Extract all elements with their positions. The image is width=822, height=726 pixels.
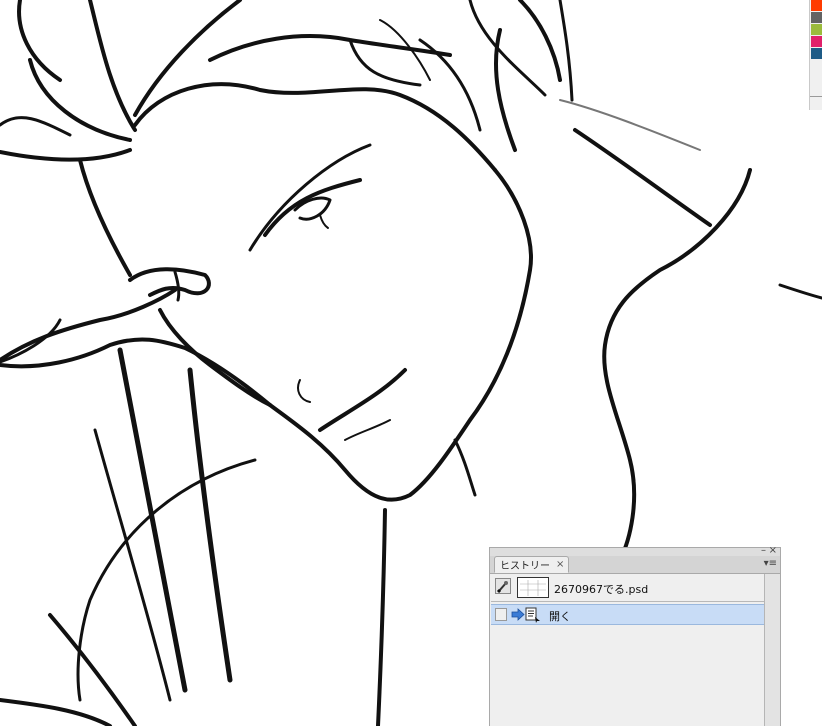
history-brush-source-box[interactable]: [495, 608, 507, 621]
swatch-pink[interactable]: [811, 36, 822, 47]
tab-close-icon[interactable]: ×: [556, 559, 564, 570]
history-state-label: 開く: [549, 610, 571, 623]
color-swatches-panel: [809, 0, 822, 110]
history-state-pointer-icon: [511, 608, 525, 621]
swatch-orange[interactable]: [811, 0, 822, 11]
vertical-scrollbar[interactable]: [764, 574, 780, 726]
snapshot-thumbnail: [517, 577, 549, 598]
tab-label: ヒストリー: [500, 561, 550, 572]
open-document-icon: [525, 607, 540, 623]
tab-strip: ヒストリー × ▾≡: [490, 556, 780, 574]
history-state-row[interactable]: 開く: [491, 604, 764, 625]
snapshot-label: 2670967でる.psd: [554, 583, 649, 596]
close-button[interactable]: ×: [769, 546, 777, 556]
history-brush-source-icon[interactable]: [495, 578, 511, 594]
swatch-green[interactable]: [811, 24, 822, 35]
swatch-blue[interactable]: [811, 48, 822, 59]
swatch-gray[interactable]: [811, 12, 822, 23]
history-panel: – × ヒストリー × ▾≡ 2670967でる.psd 開く: [489, 546, 781, 726]
divider: [810, 96, 822, 97]
minimize-button[interactable]: –: [761, 546, 766, 556]
tab-history[interactable]: ヒストリー ×: [494, 556, 570, 573]
snapshot-row[interactable]: 2670967でる.psd: [491, 574, 764, 602]
panel-menu-icon[interactable]: ▾≡: [764, 558, 777, 569]
